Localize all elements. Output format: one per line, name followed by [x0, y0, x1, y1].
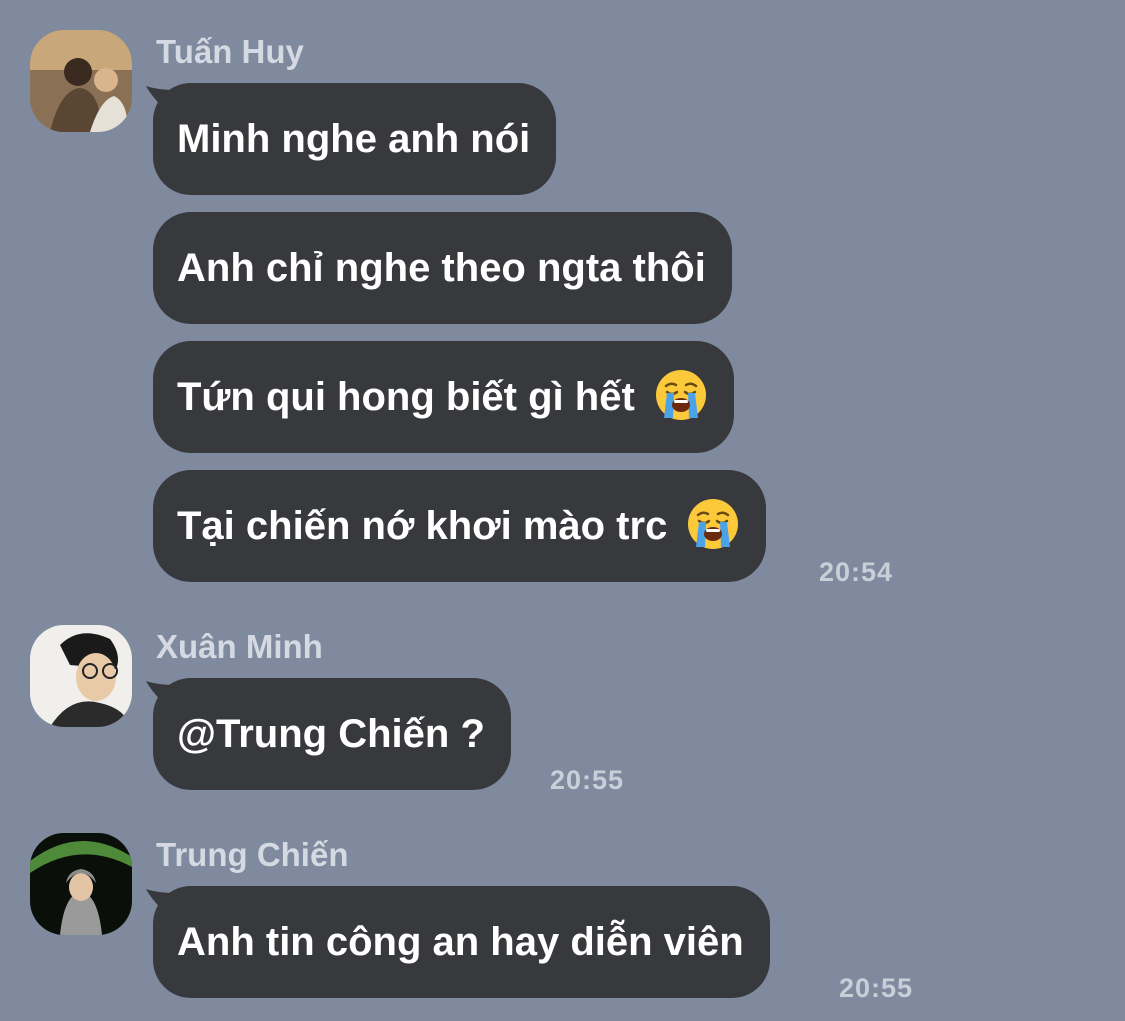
message-bubble[interactable]: Tại chiến nớ khơi mào trc [153, 470, 767, 582]
message-timestamp: 20:55 [839, 973, 914, 1003]
message-text: Anh chỉ nghe theo ngta thôi [177, 246, 706, 290]
message-bubble[interactable]: Anh chỉ nghe theo ngta thôi [153, 212, 732, 324]
message-text: Anh tin công an hay diễn viên [177, 920, 744, 964]
message-text: @Trung Chiến ? [177, 712, 485, 756]
loudly-crying-face-icon [654, 368, 708, 422]
message-bubble[interactable]: Minh nghe anh nói [153, 83, 557, 195]
message-text: Tứn qui hong biết gì hết [177, 375, 635, 419]
message-text: Tại chiến nớ khơi mào trc [177, 504, 668, 548]
message-bubble[interactable]: Tứn qui hong biết gì hết [153, 341, 734, 453]
avatar[interactable] [30, 30, 132, 132]
message-timestamp: 20:54 [819, 557, 894, 587]
sender-name: Trung Chiến [156, 836, 349, 873]
message-bubble[interactable]: @Trung Chiến ? [153, 678, 511, 790]
sender-name: Xuân Minh [156, 628, 323, 665]
sender-name: Tuấn Huy [156, 33, 304, 70]
avatar-tuan-huy-image [30, 30, 132, 132]
avatar-xuan-minh-image [30, 625, 132, 727]
message-timestamp: 20:55 [550, 765, 625, 795]
avatar-trung-chien-image [30, 833, 132, 935]
loudly-crying-face-icon [686, 497, 740, 551]
chat-conversation: Tuấn Huy Minh nghe anh nói Anh chỉ nghe … [0, 0, 1125, 1021]
message-bubble[interactable]: Anh tin công an hay diễn viên [153, 886, 770, 998]
avatar[interactable] [30, 625, 132, 727]
message-text: Minh nghe anh nói [177, 117, 531, 161]
avatar[interactable] [30, 833, 132, 935]
